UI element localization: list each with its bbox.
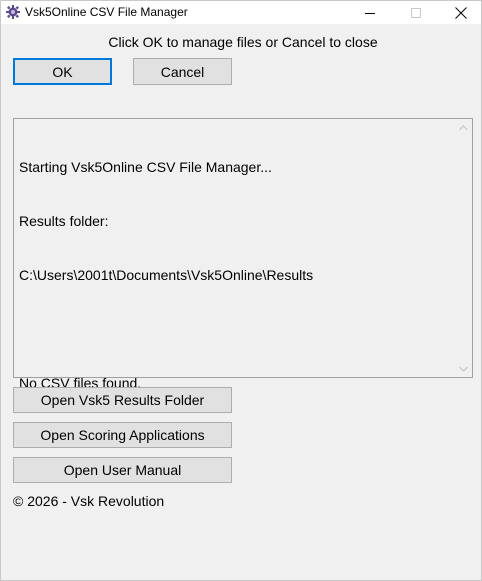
maximize-icon: [411, 7, 421, 18]
open-scoring-applications-button[interactable]: Open Scoring Applications: [13, 422, 232, 448]
dialog-window: Vsk5Online CSV File Manager Click OK to …: [0, 0, 482, 581]
ok-button[interactable]: OK: [13, 58, 112, 85]
scroll-down-button[interactable]: [455, 360, 472, 377]
log-output-box[interactable]: Starting Vsk5Online CSV File Manager... …: [13, 118, 473, 391]
title-bar[interactable]: Vsk5Online CSV File Manager: [1, 1, 481, 24]
gear-app-icon: [6, 5, 20, 19]
copyright-label: © 2026 - Vsk Revolution: [13, 493, 165, 509]
log-line: Starting Vsk5Online CSV File Manager...: [19, 159, 272, 175]
vertical-scrollbar[interactable]: [455, 119, 472, 377]
maximize-button: [393, 1, 439, 24]
log-line: C:\Users\2001t\Documents\Vsk5Online\Resu…: [19, 267, 314, 283]
minimize-icon: [365, 12, 375, 14]
chevron-up-icon: [459, 124, 468, 130]
open-user-manual-button[interactable]: Open User Manual: [13, 457, 232, 483]
close-icon: [455, 6, 467, 19]
open-results-folder-button[interactable]: Open Vsk5 Results Folder: [13, 387, 232, 413]
minimize-button[interactable]: [347, 1, 393, 24]
close-button[interactable]: [438, 1, 482, 24]
cancel-button[interactable]: Cancel: [133, 58, 232, 85]
instruction-label: Click OK to manage files or Cancel to cl…: [108, 34, 378, 50]
scroll-up-button[interactable]: [455, 119, 472, 136]
log-line: Results folder:: [19, 213, 109, 229]
log-text: Starting Vsk5Online CSV File Manager... …: [19, 122, 449, 428]
window-title: Vsk5Online CSV File Manager: [25, 5, 188, 19]
chevron-down-icon: [459, 366, 468, 372]
